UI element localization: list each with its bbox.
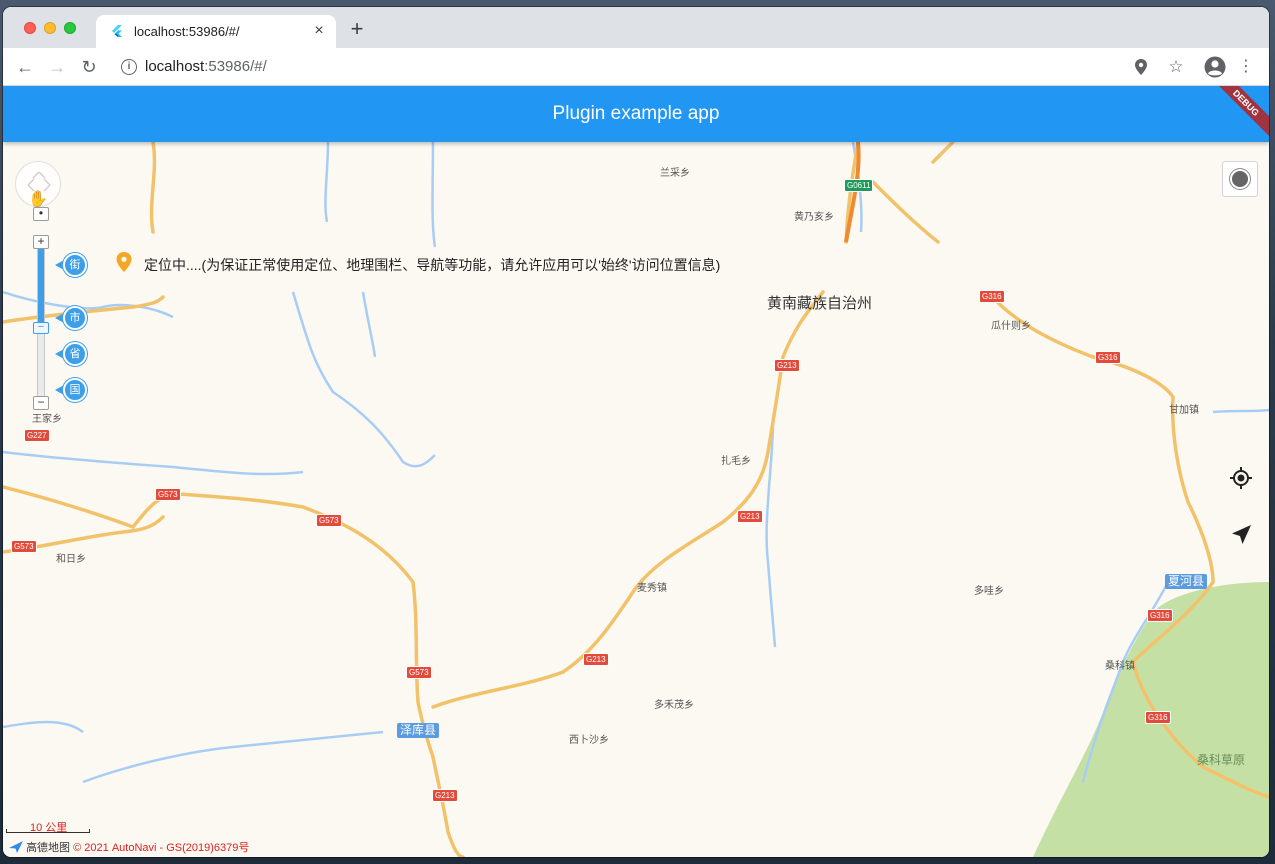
level-tag-label: 国 bbox=[63, 378, 87, 402]
road-shield: G213 bbox=[774, 359, 800, 372]
place-label: 瓜什则乡 bbox=[991, 321, 1031, 332]
browser-toolbar: ← → ↻ i localhost:53986/#/ ☆ ⋮ bbox=[3, 48, 1269, 86]
road-shield: G213 bbox=[432, 789, 458, 802]
app-bar: Plugin example app DEBUG bbox=[3, 86, 1269, 142]
place-label: 扎毛乡 bbox=[721, 456, 751, 467]
zoom-level-country[interactable]: 国 bbox=[55, 378, 89, 402]
place-label: 和日乡 bbox=[56, 554, 86, 565]
roads bbox=[3, 142, 1269, 857]
road-shield: G573 bbox=[11, 540, 37, 553]
browser-tab[interactable]: localhost:53986/#/ × bbox=[96, 15, 336, 48]
map-scale: 10 公里 bbox=[6, 819, 90, 834]
place-label: 麦秀镇 bbox=[637, 583, 667, 594]
pan-hand-icon[interactable]: ✋ bbox=[28, 189, 48, 209]
record-dot-icon bbox=[1232, 171, 1248, 187]
place-label: 多哇乡 bbox=[974, 586, 1004, 597]
place-label: 西卜沙乡 bbox=[569, 735, 609, 746]
record-button[interactable] bbox=[1222, 161, 1258, 197]
county-label: 夏河县 bbox=[1165, 574, 1208, 589]
rivers bbox=[3, 142, 1269, 784]
road-shield: G316 bbox=[979, 290, 1005, 303]
maximize-window-button[interactable] bbox=[64, 22, 76, 34]
zoom-out-button[interactable]: − bbox=[33, 396, 49, 410]
address-bar[interactable]: localhost:53986/#/ bbox=[145, 58, 267, 75]
minimize-window-button[interactable] bbox=[44, 22, 56, 34]
road-shield: G316 bbox=[1147, 609, 1173, 622]
browser-window: localhost:53986/#/ × + ← → ↻ i localhost… bbox=[3, 7, 1269, 857]
url-path: :53986/#/ bbox=[204, 58, 267, 75]
place-label: 兰采乡 bbox=[660, 168, 690, 179]
tab-title: localhost:53986/#/ bbox=[134, 24, 240, 39]
close-window-button[interactable] bbox=[24, 22, 36, 34]
prefecture-label: 黄南藏族自治州 bbox=[767, 295, 873, 312]
level-tag-label: 街 bbox=[63, 253, 87, 277]
place-label: 王家乡 bbox=[32, 414, 62, 425]
my-location-icon[interactable] bbox=[1229, 466, 1253, 490]
road-shield: G0611 bbox=[844, 179, 874, 192]
grassland-label: 桑科草原 bbox=[1197, 753, 1246, 767]
zoom-level-city[interactable]: 市 bbox=[55, 306, 89, 330]
road-shield: G213 bbox=[737, 510, 763, 523]
place-label: 甘加镇 bbox=[1169, 405, 1199, 416]
app-title: Plugin example app bbox=[552, 103, 720, 124]
tab-strip: localhost:53986/#/ × + bbox=[3, 7, 1269, 48]
zoom-slider-handle[interactable]: − bbox=[33, 322, 49, 334]
zoom-slider-fill bbox=[38, 242, 44, 328]
map-view[interactable]: 兰采乡 黄乃亥乡 黄南藏族自治州 瓜什则乡 王家乡 甘加镇 扎毛乡 和日乡 麦秀… bbox=[3, 142, 1269, 857]
back-arrow-icon[interactable]: ← bbox=[14, 56, 36, 78]
road-shield: G573 bbox=[155, 488, 181, 501]
county-label: 泽库县 bbox=[397, 723, 440, 738]
location-marker-icon bbox=[116, 252, 132, 272]
map-base-layer bbox=[3, 142, 1269, 857]
tab-close-icon[interactable]: × bbox=[310, 22, 328, 40]
new-tab-button[interactable]: + bbox=[347, 18, 367, 40]
road-shield: G573 bbox=[406, 666, 432, 679]
pitch-reset-button[interactable]: • bbox=[33, 207, 49, 221]
scale-bar bbox=[6, 829, 90, 833]
place-label: 黄乃亥乡 bbox=[794, 212, 834, 223]
zoom-in-button[interactable]: + bbox=[33, 235, 49, 249]
site-info-icon[interactable]: i bbox=[121, 59, 137, 75]
road-shield: G227 bbox=[24, 429, 50, 442]
url-host: localhost bbox=[145, 58, 205, 75]
level-tag-label: 市 bbox=[63, 306, 87, 330]
amap-logo-icon bbox=[9, 841, 23, 853]
zoom-level-street[interactable]: 街 bbox=[55, 253, 89, 277]
map-attribution: 高德地图 © 2021 AutoNavi - GS(2019)6379号 bbox=[9, 839, 249, 855]
road-shield: G316 bbox=[1095, 351, 1121, 364]
attribution-logo: 高德地图 bbox=[26, 842, 71, 854]
place-label: 桑科镇 bbox=[1105, 661, 1135, 672]
location-status-text: 定位中....(为保证正常使用定位、地理围栏、导航等功能，请允许应用可以'始终'… bbox=[144, 257, 721, 273]
zoom-level-province[interactable]: 省 bbox=[55, 342, 89, 366]
road-shield: G316 bbox=[1145, 711, 1171, 724]
navigation-arrow-icon[interactable] bbox=[1229, 523, 1253, 547]
road-shield: G213 bbox=[583, 653, 609, 666]
location-pin-icon[interactable] bbox=[1134, 59, 1148, 75]
profile-avatar-icon[interactable] bbox=[1204, 56, 1226, 78]
expressway bbox=[844, 142, 861, 243]
level-tag-label: 省 bbox=[63, 342, 87, 366]
attribution-copyright: © 2021 AutoNavi - GS(2019)6379号 bbox=[73, 842, 250, 854]
forward-arrow-icon[interactable]: → bbox=[46, 56, 68, 78]
menu-kebab-icon[interactable]: ⋮ bbox=[1235, 56, 1257, 78]
place-label: 多禾茂乡 bbox=[654, 700, 694, 711]
flutter-icon bbox=[112, 25, 122, 37]
bookmark-star-icon[interactable]: ☆ bbox=[1165, 56, 1187, 78]
reload-icon[interactable]: ↻ bbox=[78, 56, 100, 78]
road-shield: G573 bbox=[316, 514, 342, 527]
